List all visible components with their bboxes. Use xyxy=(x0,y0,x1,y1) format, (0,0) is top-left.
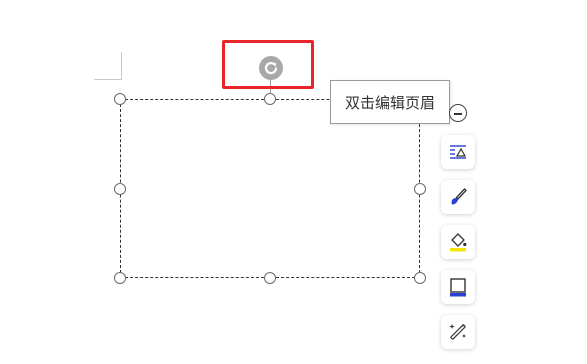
outline-button[interactable] xyxy=(441,270,475,304)
page-corner-mark xyxy=(94,52,122,80)
document-canvas: 双击编辑页眉 xyxy=(0,0,587,364)
resize-handle-right[interactable] xyxy=(414,183,426,195)
magic-wand-icon xyxy=(449,324,466,340)
resize-handle-top-left[interactable] xyxy=(114,93,126,105)
fill-bucket-icon xyxy=(450,233,467,252)
header-edit-tooltip: 双击编辑页眉 xyxy=(330,80,450,124)
resize-handle-top[interactable] xyxy=(264,93,276,105)
resize-handle-bottom-right[interactable] xyxy=(414,272,426,284)
text-wrap-icon xyxy=(450,145,467,159)
tooltip-text: 双击编辑页眉 xyxy=(344,93,435,112)
magic-effects-button[interactable] xyxy=(441,315,475,349)
resize-handle-bottom-left[interactable] xyxy=(114,272,126,284)
fill-color-button[interactable] xyxy=(441,225,475,259)
resize-handle-bottom[interactable] xyxy=(264,272,276,284)
text-wrap-button[interactable] xyxy=(441,135,475,169)
highlight-annotation xyxy=(222,40,314,89)
outline-icon xyxy=(450,278,466,297)
collapse-toolbar-button[interactable] xyxy=(449,104,467,122)
selected-shape[interactable] xyxy=(120,99,420,278)
brush-button[interactable] xyxy=(441,180,475,214)
brush-icon xyxy=(451,188,467,205)
resize-handle-left[interactable] xyxy=(114,183,126,195)
